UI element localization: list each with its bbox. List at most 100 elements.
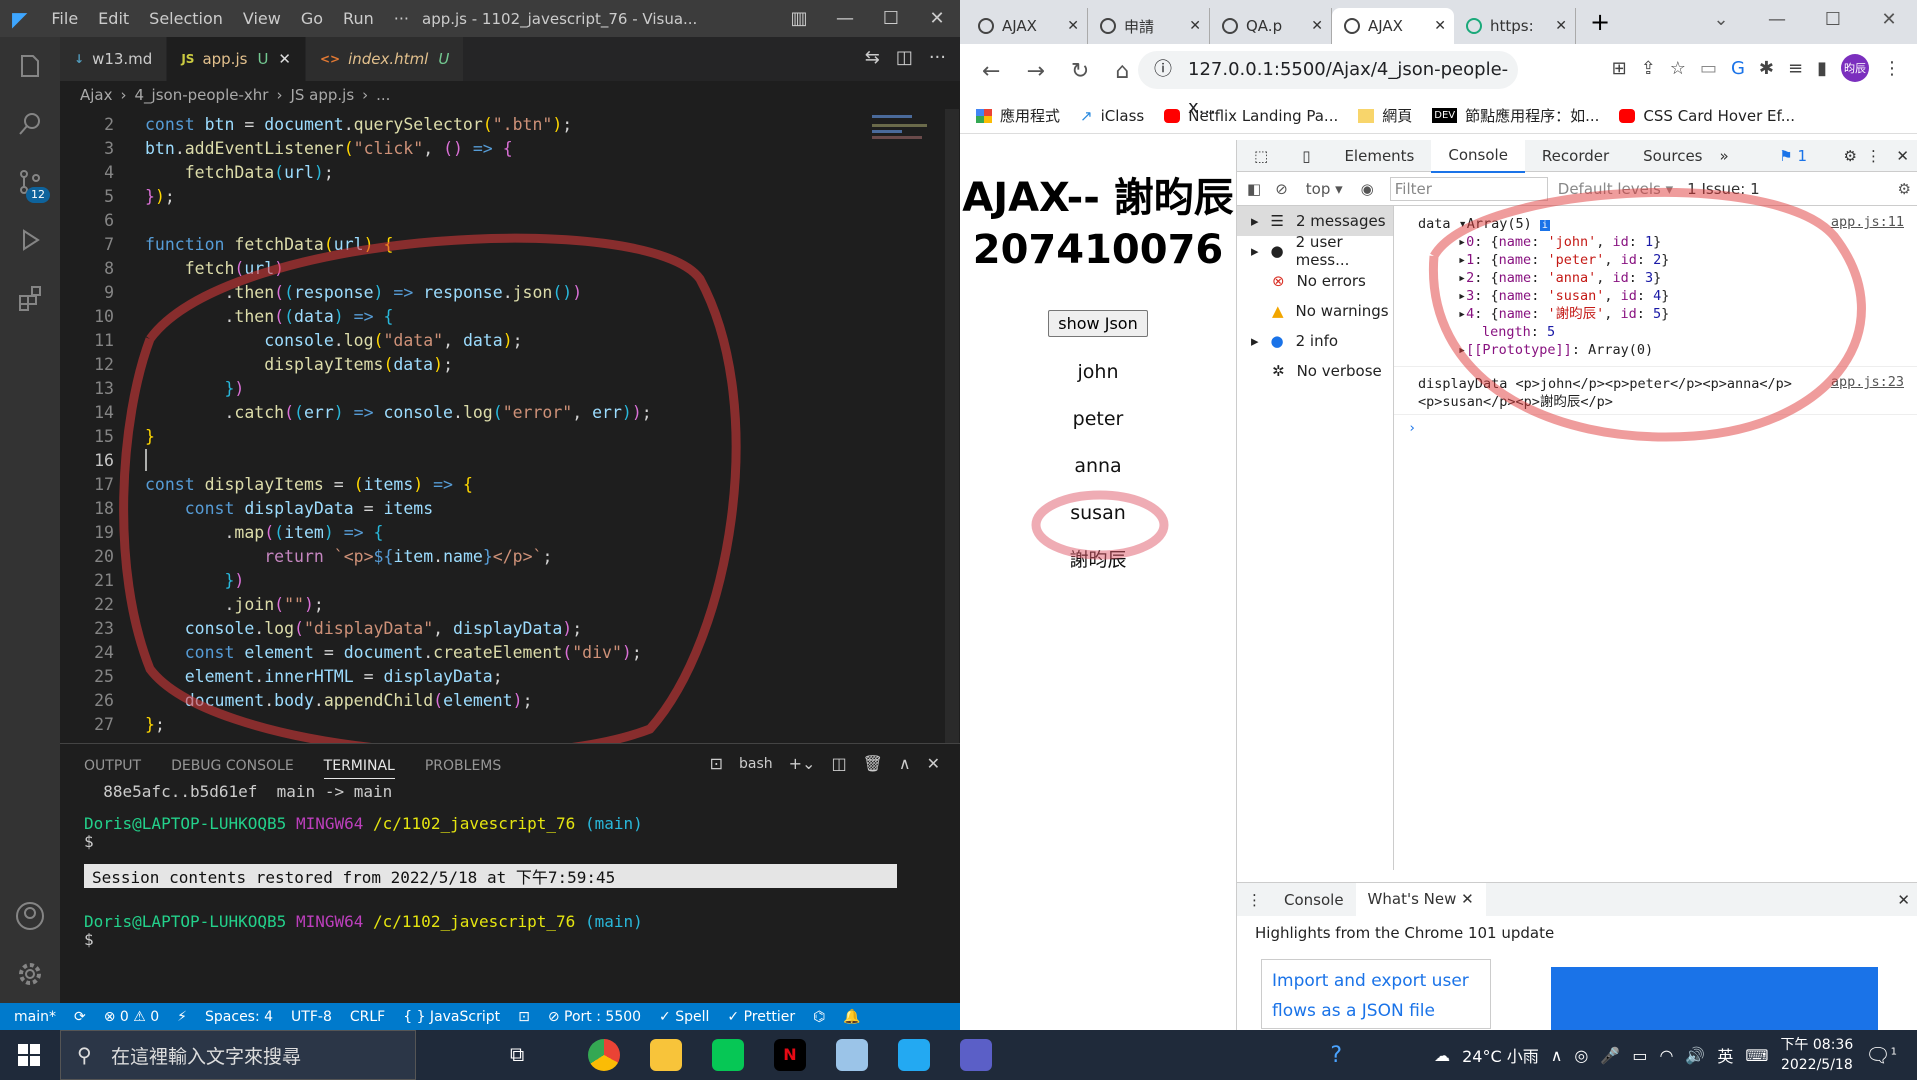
menu-edit[interactable]: Edit	[88, 9, 139, 28]
teams-icon[interactable]	[960, 1039, 992, 1071]
volume-icon[interactable]: 🔊	[1685, 1046, 1705, 1065]
menu-run[interactable]: Run	[333, 9, 384, 28]
menu-view[interactable]: View	[233, 9, 291, 28]
menu-more[interactable]: ···	[384, 9, 419, 28]
close-tab-icon[interactable]: ✕	[1311, 18, 1323, 34]
bookmark-css[interactable]: CSS Card Hover Ef...	[1619, 107, 1795, 125]
new-terminal-icon[interactable]: +⌄	[789, 754, 816, 773]
kebab-icon[interactable]: ⋮	[1866, 147, 1881, 165]
minimize-button[interactable]: —	[822, 0, 868, 37]
more-tabs-icon[interactable]: »	[1720, 147, 1729, 165]
weather-text[interactable]: 24°C 小雨	[1462, 1043, 1539, 1067]
reload-icon[interactable]: ↻	[1071, 59, 1089, 84]
close-button[interactable]: ✕	[1861, 0, 1917, 40]
tab-search-icon[interactable]: ⌄	[1693, 0, 1749, 40]
eol-status[interactable]: CRLF	[350, 1009, 385, 1025]
tab-debug-console[interactable]: DEBUG CONSOLE	[171, 758, 294, 779]
forward-icon[interactable]: →	[1026, 59, 1044, 84]
bell-icon[interactable]: 🔔	[843, 1009, 860, 1025]
paint-icon[interactable]	[836, 1039, 868, 1071]
menu-go[interactable]: Go	[291, 9, 333, 28]
translate-ext-icon[interactable]: G	[1731, 58, 1745, 79]
taskbar-search[interactable]: ⚲ 在這裡輸入文字來搜尋	[60, 1030, 416, 1080]
netflix-icon[interactable]: N	[774, 1039, 806, 1071]
run-debug-icon[interactable]	[0, 211, 60, 269]
task-view-icon[interactable]: ⧉	[510, 1042, 524, 1066]
minimap[interactable]	[868, 109, 940, 169]
compare-icon[interactable]: ⇆	[865, 47, 880, 68]
puzzle-icon[interactable]: ✱	[1759, 58, 1774, 79]
bookmark-netflix[interactable]: Netflix Landing Pa...	[1164, 107, 1338, 125]
breadcrumb-folder[interactable]: 4_json-people-xhr	[135, 86, 269, 104]
close-tab-icon[interactable]: ✕	[1434, 18, 1446, 34]
maximize-button[interactable]: ☐	[868, 0, 914, 37]
address-bar[interactable]: ⓘ 127.0.0.1:5500/Ajax/4_json-people-x...	[1138, 51, 1518, 118]
code-editor[interactable]: 2 const btn = document.querySelector(".b…	[60, 109, 940, 743]
browser-tab[interactable]: https: ✕	[1454, 8, 1576, 44]
sidebar-item-errors[interactable]: ⊗ No errors	[1237, 266, 1393, 296]
tab-whats-new[interactable]: What's New ✕	[1355, 883, 1486, 916]
webcam-icon[interactable]: ◎	[1574, 1046, 1588, 1065]
menu-file[interactable]: File	[41, 9, 88, 28]
split-editor-icon[interactable]: ◫	[896, 47, 913, 68]
close-drawer-icon[interactable]: ✕	[1897, 891, 1910, 909]
settings-gear-icon[interactable]: ⚙	[1844, 147, 1857, 165]
minimize-button[interactable]: —	[1749, 0, 1805, 40]
tab-w13-md[interactable]: ↓ w13.md	[60, 37, 168, 81]
back-icon[interactable]: ←	[982, 59, 1000, 84]
maximize-panel-icon[interactable]: ∧	[899, 754, 911, 773]
media-icon[interactable]: ≡	[1788, 58, 1803, 79]
home-icon[interactable]: ⌂	[1115, 59, 1129, 84]
tab-drawer-console[interactable]: Console	[1272, 891, 1356, 909]
browser-tab[interactable]: 申請 ✕	[1088, 8, 1210, 44]
bookmark-star-icon[interactable]: ☆	[1670, 58, 1686, 79]
tab-elements[interactable]: Elements	[1327, 140, 1431, 172]
tab-terminal[interactable]: TERMINAL	[323, 758, 395, 779]
extensions-icon[interactable]	[0, 269, 60, 327]
lightning-icon[interactable]: ⚡	[177, 1009, 187, 1025]
device-toggle-icon[interactable]: ▯	[1285, 140, 1327, 172]
eye-icon[interactable]: ◉	[1361, 180, 1374, 198]
breadcrumb-more[interactable]: ...	[376, 86, 390, 104]
tab-problems[interactable]: PROBLEMS	[425, 758, 501, 779]
terminal-dollar[interactable]: $	[84, 930, 94, 949]
mic-icon[interactable]: 🎤	[1600, 1046, 1620, 1065]
issues-badge[interactable]: ⚑ 1	[1779, 147, 1807, 165]
maximize-button[interactable]: ☐	[1805, 0, 1861, 40]
account-icon[interactable]	[0, 887, 60, 945]
close-tab-icon[interactable]: ✕	[1189, 18, 1201, 34]
bookmark-dev[interactable]: DEV 節點應用程序：如...	[1432, 105, 1599, 126]
new-tab-button[interactable]: +	[1576, 8, 1624, 44]
shell-label[interactable]: bash	[739, 756, 773, 772]
line-ext-icon[interactable]: ▭	[1700, 58, 1717, 79]
close-button[interactable]: ✕	[914, 0, 960, 37]
sidebar-item-warnings[interactable]: ▲ No warnings	[1237, 296, 1393, 326]
chevron-up-icon[interactable]: ∧	[1551, 1046, 1563, 1065]
browser-tab-active[interactable]: AJAX ✕	[1332, 8, 1454, 44]
branch-status[interactable]: main*	[14, 1009, 56, 1025]
trash-icon[interactable]: 🗑	[863, 754, 883, 773]
search-icon[interactable]	[0, 95, 60, 153]
bookmark-iclass[interactable]: ↗ iClass	[1080, 107, 1144, 125]
explorer-icon[interactable]	[0, 37, 60, 95]
line-app-icon[interactable]	[712, 1039, 744, 1071]
more-actions-icon[interactable]: ···	[929, 47, 946, 68]
notification-icon[interactable]: 🗨1	[1865, 1043, 1897, 1067]
inspect-icon[interactable]: ⬚	[1237, 140, 1285, 172]
file-explorer-icon[interactable]	[650, 1039, 682, 1071]
layout-icon[interactable]: ▥	[776, 0, 822, 37]
sidepanel-icon[interactable]: ▮	[1817, 58, 1827, 79]
sidebar-item-user-messages[interactable]: ▸ ● 2 user mess...	[1237, 233, 1393, 269]
sidebar-item-messages[interactable]: ▸ ☰ 2 messages	[1237, 206, 1393, 236]
tab-output[interactable]: OUTPUT	[84, 758, 141, 779]
problems-status[interactable]: ⊗ 0 ⚠ 0	[104, 1009, 159, 1025]
settings-gear-icon[interactable]	[0, 945, 60, 1003]
prettier-status[interactable]: ✓ Prettier	[727, 1009, 795, 1025]
tab-app-js[interactable]: JS app.js U ✕	[167, 37, 306, 81]
breadcrumb-ajax[interactable]: Ajax	[80, 86, 113, 104]
translate-icon[interactable]: ⊞	[1612, 58, 1627, 79]
help-icon[interactable]: ?	[1330, 1043, 1342, 1068]
battery-icon[interactable]: ▭	[1632, 1046, 1647, 1065]
feedback-icon[interactable]: ⌬	[813, 1009, 825, 1025]
site-info-icon[interactable]: ⓘ	[1154, 51, 1172, 89]
